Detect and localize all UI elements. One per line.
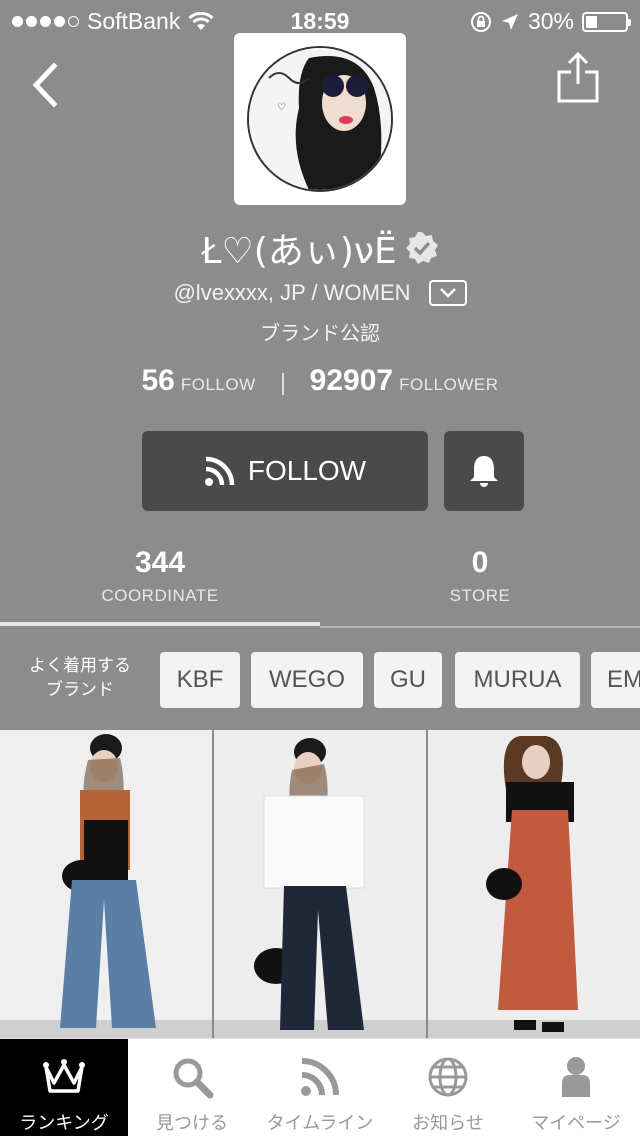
tab-label: お知らせ [412, 1113, 484, 1134]
status-right: 30% [470, 8, 631, 35]
coordinate-thumbnail[interactable] [428, 730, 640, 1038]
profile-dropdown-button[interactable] [428, 280, 467, 306]
coordinate-thumbnail[interactable] [0, 730, 212, 1038]
favorite-brands-row: よく着用する ブランド KBF WEGO GU MURUA EM [0, 630, 640, 730]
tab-coordinate[interactable]: 344 COORDINATE [0, 546, 320, 606]
globe-icon [428, 1057, 468, 1097]
tab-label: タイムライン [266, 1113, 374, 1134]
profile-name: Ł♡(あぃ)νË [201, 231, 397, 272]
tab-discover[interactable]: 見つける [128, 1039, 256, 1136]
tab-timeline[interactable]: タイムライン [256, 1039, 384, 1136]
share-button[interactable] [556, 51, 600, 104]
tab-store[interactable]: 0 STORE [320, 546, 640, 606]
rss-icon [301, 1058, 339, 1096]
bottom-tab-bar: ランキング 見つける タイムライン お知らせ マイページ [0, 1038, 640, 1136]
bell-icon [470, 456, 498, 487]
coordinate-grid [0, 730, 640, 1038]
brand-chip[interactable]: WEGO [251, 652, 363, 708]
back-button[interactable] [26, 60, 66, 110]
crown-icon [43, 1059, 85, 1093]
stats-divider [281, 373, 284, 395]
battery-icon [582, 11, 631, 32]
store-count: 0 [471, 546, 489, 579]
coordinate-label: COORDINATE [101, 586, 219, 605]
chevron-left-icon [32, 62, 58, 108]
brand-chip[interactable]: GU [374, 652, 442, 708]
chevron-down-icon [439, 288, 456, 298]
store-label: STORE [449, 586, 511, 605]
brand-chip[interactable]: KBF [160, 652, 240, 708]
active-tab-indicator [0, 622, 320, 626]
profile-avatar[interactable]: ♡ [234, 33, 406, 205]
follow-button-label: FOLLOW [247, 455, 367, 486]
follow-label[interactable]: FOLLOW [181, 375, 256, 395]
share-icon [557, 51, 599, 103]
profile-handle: @lvexxxx, JP / WOMEN [173, 280, 411, 305]
avatar-image: ♡ [247, 46, 393, 192]
rss-icon [204, 456, 235, 486]
tab-divider [320, 626, 640, 628]
follow-button[interactable]: FOLLOW [142, 431, 428, 511]
tab-label: マイページ [531, 1113, 621, 1134]
tab-notifications[interactable]: お知らせ [384, 1039, 512, 1136]
battery-percent: 30% [527, 8, 574, 34]
follower-label[interactable]: FOLLOWER [399, 375, 498, 395]
svg-text:♡: ♡ [277, 102, 286, 113]
tab-label: 見つける [156, 1113, 228, 1134]
profile-name-row: Ł♡(あぃ)νË [0, 224, 640, 272]
rotation-lock-icon [470, 11, 491, 32]
brand-official-badge: ブランド公認 [260, 321, 380, 345]
verified-badge-icon [405, 232, 438, 264]
person-icon [562, 1057, 590, 1097]
tab-mypage[interactable]: マイページ [512, 1039, 640, 1136]
follow-stats: 56 FOLLOW 92907 FOLLOWER [0, 364, 640, 404]
profile-handle-row: @lvexxxx, JP / WOMEN [0, 278, 640, 308]
follow-count[interactable]: 56 [141, 364, 174, 398]
coordinate-thumbnail[interactable] [214, 730, 426, 1038]
follower-count[interactable]: 92907 [310, 364, 393, 398]
tab-ranking[interactable]: ランキング [0, 1039, 128, 1136]
caption-line-1: よく着用する [29, 656, 131, 676]
brand-chip[interactable]: EM [591, 652, 640, 708]
tab-label: ランキング [19, 1113, 109, 1134]
caption-line-2: ブランド [46, 680, 114, 700]
search-icon [173, 1058, 214, 1099]
coordinate-count: 344 [134, 546, 186, 579]
location-arrow-icon [501, 13, 518, 30]
favorite-brands-caption: よく着用する ブランド [18, 654, 142, 702]
notification-bell-button[interactable] [444, 431, 524, 511]
brand-chip[interactable]: MURUA [455, 652, 580, 708]
